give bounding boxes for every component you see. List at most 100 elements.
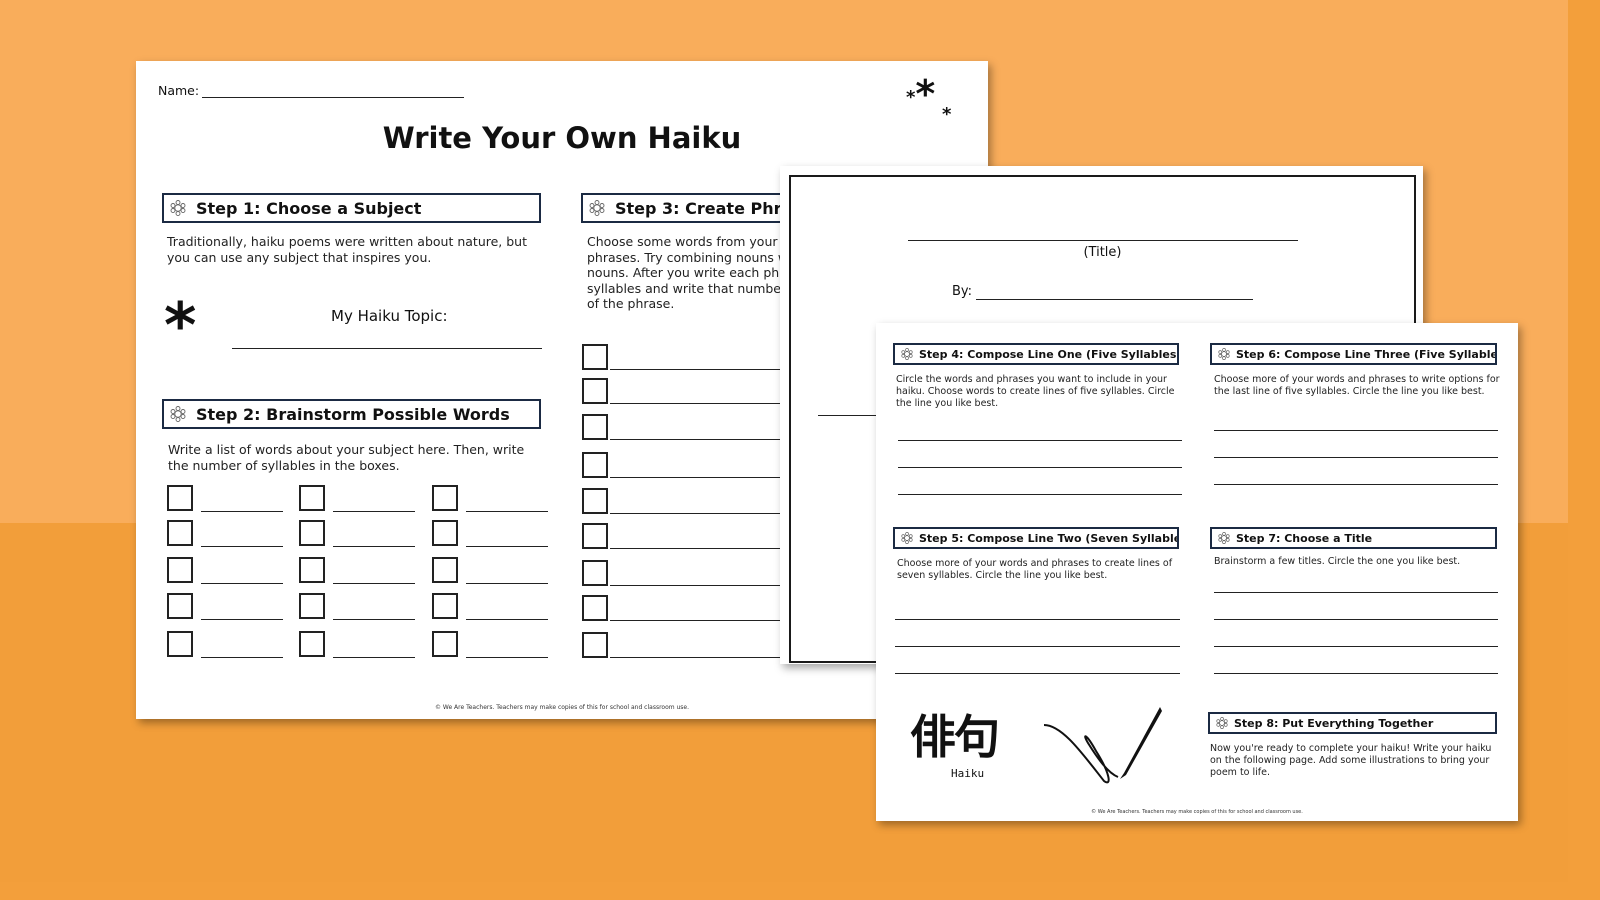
step7-description: Brainstorm a few titles. Circle the one … (1214, 556, 1461, 567)
step4-heading: Step 4: Compose Line One (Five Syllables… (893, 343, 1179, 365)
worksheet-title: Write Your Own Haiku (382, 121, 742, 155)
line-two-option[interactable] (895, 673, 1180, 674)
step6-heading-text: Step 6: Compose Line Three (Five Syllabl… (1236, 347, 1497, 361)
phrase-field[interactable] (610, 403, 790, 404)
syllable-count-box[interactable] (299, 631, 325, 657)
title-caption: (Title) (1083, 245, 1122, 260)
line-one-option[interactable] (898, 494, 1182, 495)
title-option[interactable] (1214, 673, 1498, 674)
worksheet-page-3: Step 4: Compose Line One (Five Syllables… (876, 323, 1518, 821)
title-option[interactable] (1214, 619, 1498, 620)
syllable-count-box[interactable] (167, 631, 193, 657)
word-field[interactable] (201, 657, 283, 658)
fountain-pen-icon (1043, 707, 1162, 784)
word-field[interactable] (333, 511, 415, 512)
syllable-count-box[interactable] (167, 593, 193, 619)
poem-line-field[interactable] (818, 415, 878, 416)
syllable-count-box[interactable] (299, 557, 325, 583)
word-field[interactable] (201, 511, 283, 512)
topic-label: My Haiku Topic: (331, 307, 448, 325)
step1-heading-text: Step 1: Choose a Subject (196, 198, 422, 218)
phrase-syllable-box[interactable] (582, 344, 608, 370)
word-field[interactable] (466, 583, 548, 584)
word-field[interactable] (333, 657, 415, 658)
title-option[interactable] (1214, 646, 1498, 647)
word-field[interactable] (466, 619, 548, 620)
flower-icon (589, 200, 605, 216)
phrase-syllable-box[interactable] (582, 523, 608, 549)
phrase-syllable-box[interactable] (582, 452, 608, 478)
word-field[interactable] (466, 657, 548, 658)
syllable-count-box[interactable] (432, 520, 458, 546)
step6-description: Choose more of your words and phrases to… (1214, 374, 1500, 397)
step8-heading: Step 8: Put Everything Together (1208, 712, 1497, 734)
topic-field[interactable] (232, 348, 542, 349)
syllable-count-box[interactable] (432, 631, 458, 657)
step5-heading-text: Step 5: Compose Line Two (Seven Syllable… (919, 531, 1179, 545)
phrase-field[interactable] (610, 513, 790, 514)
word-field[interactable] (201, 619, 283, 620)
syllable-count-box[interactable] (167, 485, 193, 511)
phrase-field[interactable] (610, 477, 790, 478)
line-two-option[interactable] (895, 619, 1180, 620)
word-field[interactable] (201, 546, 283, 547)
step3-line: phrases. Try combining nouns w (587, 249, 789, 265)
phrase-syllable-box[interactable] (582, 632, 608, 658)
word-field[interactable] (466, 511, 548, 512)
by-label: By: (952, 284, 973, 299)
syllable-count-box[interactable] (432, 593, 458, 619)
step3-line: syllables and write that number (587, 280, 787, 296)
phrase-syllable-box[interactable] (582, 560, 608, 586)
word-field[interactable] (333, 546, 415, 547)
syllable-count-box[interactable] (299, 520, 325, 546)
flower-icon (1218, 532, 1230, 544)
step8-description: Now you're ready to complete your haiku!… (1210, 743, 1492, 778)
syllable-count-box[interactable] (167, 520, 193, 546)
word-field[interactable] (333, 619, 415, 620)
step1-description: Traditionally, haiku poems were written … (167, 234, 528, 265)
phrase-syllable-box[interactable] (582, 414, 608, 440)
step2-heading-text: Step 2: Brainstorm Possible Words (196, 404, 510, 424)
phrase-field[interactable] (610, 439, 790, 440)
line-two-option[interactable] (895, 646, 1180, 647)
phrase-syllable-box[interactable] (582, 378, 608, 404)
flower-icon (1216, 717, 1228, 729)
line-three-option[interactable] (1214, 430, 1498, 431)
title-option[interactable] (1214, 592, 1498, 593)
line-three-option[interactable] (1214, 457, 1498, 458)
line-one-option[interactable] (898, 440, 1182, 441)
phrase-field[interactable] (610, 585, 790, 586)
syllable-count-box[interactable] (432, 485, 458, 511)
step5-heading: Step 5: Compose Line Two (Seven Syllable… (893, 527, 1179, 549)
word-field[interactable] (201, 583, 283, 584)
title-field[interactable] (908, 240, 1298, 241)
phrase-field[interactable] (610, 369, 790, 370)
syllable-count-box[interactable] (299, 485, 325, 511)
step3-line: Choose some words from your li (587, 234, 789, 249)
word-field[interactable] (466, 546, 548, 547)
step4-description: Circle the words and phrases you want to… (896, 374, 1175, 409)
asterisk-decoration-icon: ** * (906, 72, 952, 125)
copyright-footer: © We Are Teachers. Teachers may make cop… (434, 704, 690, 711)
line-three-option[interactable] (1214, 484, 1498, 485)
phrase-field[interactable] (610, 548, 790, 549)
flower-icon (1218, 348, 1230, 360)
author-field[interactable] (976, 299, 1253, 300)
line-one-option[interactable] (898, 467, 1182, 468)
step2-heading: Step 2: Brainstorm Possible Words (162, 399, 541, 429)
step4-heading-text: Step 4: Compose Line One (Five Syllables… (919, 347, 1179, 361)
phrase-field[interactable] (610, 657, 790, 658)
name-field[interactable] (202, 97, 464, 98)
haiku-kanji-caption: Haiku (951, 767, 985, 780)
syllable-count-box[interactable] (299, 593, 325, 619)
phrase-field[interactable] (610, 620, 790, 621)
phrase-syllable-box[interactable] (582, 488, 608, 514)
syllable-count-box[interactable] (167, 557, 193, 583)
step3-line: nouns. After you write each phra (587, 265, 792, 280)
flower-icon (901, 348, 913, 360)
haiku-kanji: 俳句 (910, 710, 1000, 764)
syllable-count-box[interactable] (432, 557, 458, 583)
word-field[interactable] (333, 583, 415, 584)
phrase-syllable-box[interactable] (582, 595, 608, 621)
step3-description: Choose some words from your li phrases. … (587, 234, 792, 312)
